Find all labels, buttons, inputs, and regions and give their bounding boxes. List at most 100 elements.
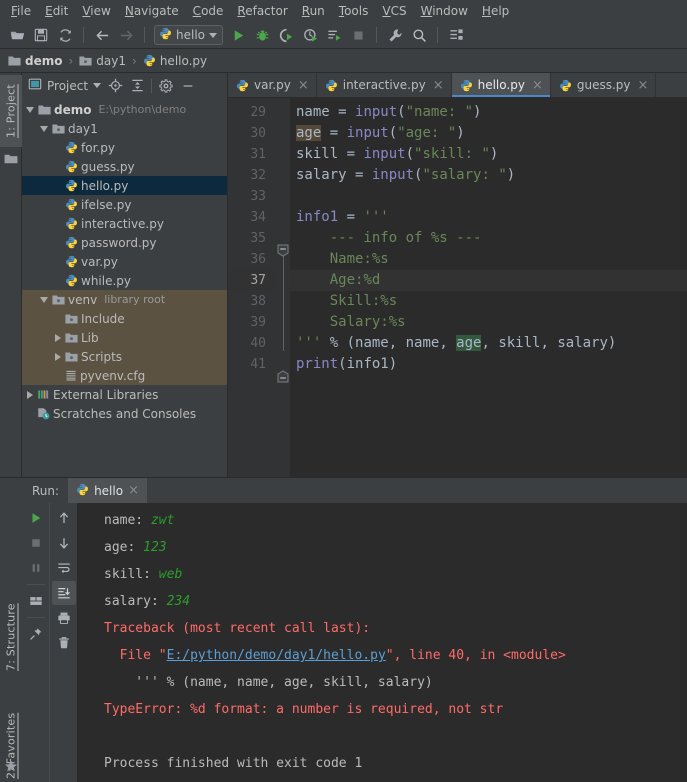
wrench-icon[interactable] — [384, 24, 406, 46]
save-icon[interactable] — [30, 24, 52, 46]
project-panel-title[interactable]: Project — [26, 77, 103, 94]
menu-item-navigate[interactable]: Navigate — [118, 1, 186, 21]
code-line[interactable]: age = input("age: ") — [290, 123, 687, 144]
code-line[interactable]: print(info1) — [290, 354, 687, 375]
code-line[interactable]: Name:%s — [290, 249, 687, 270]
open-folder-icon[interactable] — [6, 24, 28, 46]
code-line[interactable]: --- info of %s --- — [290, 228, 687, 249]
menu-item-file[interactable]: File — [4, 1, 38, 21]
sidebar-item-structure[interactable]: 7: Structure — [0, 591, 22, 683]
print-button[interactable] — [52, 606, 76, 630]
menu-item-edit[interactable]: Edit — [38, 1, 75, 21]
code-line[interactable]: info1 = ''' — [290, 207, 687, 228]
down-stack-button[interactable] — [52, 531, 76, 555]
clear-all-button[interactable] — [52, 631, 76, 655]
scroll-to-end-button[interactable] — [51, 581, 76, 605]
console-file-link[interactable]: E:/python/demo/day1/hello.py — [167, 648, 386, 663]
soft-wrap-button[interactable] — [52, 556, 76, 580]
stop-icon[interactable] — [347, 24, 369, 46]
gear-icon[interactable] — [156, 76, 176, 96]
code-line[interactable]: Salary:%s — [290, 312, 687, 333]
chevron-right-icon[interactable] — [55, 333, 61, 342]
debug-bug-icon[interactable] — [251, 24, 273, 46]
menu-item-help[interactable]: Help — [475, 1, 516, 21]
chevron-down-icon[interactable] — [26, 106, 34, 113]
close-icon[interactable]: × — [128, 483, 139, 498]
code-editor[interactable]: 29 30 31 32 33 34 35 36 37 38 39 40 41 name = input(… — [228, 98, 687, 477]
menu-item-code[interactable]: Code — [186, 1, 231, 21]
run-with-coverage-icon[interactable] — [275, 24, 297, 46]
tree-node-scratches-and-consoles[interactable]: Scratches and Consoles — [22, 404, 227, 423]
breadcrumb-item-hello-py[interactable]: hello.py — [141, 54, 209, 68]
sidebar-item-project[interactable]: 1: Project — [0, 75, 22, 147]
chevron-down-icon[interactable] — [40, 296, 48, 303]
console-output[interactable]: name: zwt age: 123 skill: web salary: 234 Tr… — [78, 503, 687, 782]
run-icon[interactable] — [227, 24, 249, 46]
run-anything-icon[interactable] — [323, 24, 345, 46]
chevron-right-icon[interactable] — [27, 390, 33, 399]
code-text[interactable]: name = input("name: ") age = input("age: … — [290, 98, 687, 477]
fold-collapse-start-icon[interactable] — [277, 244, 289, 257]
sync-icon[interactable] — [54, 24, 76, 46]
up-stack-button[interactable] — [52, 506, 76, 530]
chevron-down-icon[interactable] — [40, 125, 48, 132]
editor-tab-var-py[interactable]: var.py × — [228, 73, 317, 97]
collapse-all-icon[interactable] — [127, 76, 147, 96]
tree-node-day1[interactable]: day1 — [22, 119, 227, 138]
restore-layout-button[interactable] — [24, 589, 48, 613]
breadcrumb-item-demo[interactable]: demo — [6, 54, 64, 68]
tree-node-venv[interactable]: venv library root — [22, 290, 227, 309]
tree-node-var-py[interactable]: var.py — [22, 252, 227, 271]
arrow-forward-icon[interactable] — [115, 24, 137, 46]
menu-item-view[interactable]: View — [75, 1, 117, 21]
tree-node-demo[interactable]: demo E:\python\demo — [22, 100, 227, 119]
chevron-right-icon[interactable] — [55, 352, 61, 361]
code-line[interactable]: Age:%d — [290, 270, 687, 291]
code-line[interactable]: salary = input("salary: ") — [290, 165, 687, 186]
editor-tab-guess-py[interactable]: guess.py × — [551, 73, 657, 97]
profile-icon[interactable] — [299, 24, 321, 46]
tree-node-interactive-py[interactable]: interactive.py — [22, 214, 227, 233]
stop-button[interactable] — [24, 531, 48, 555]
tree-node-guess-py[interactable]: guess.py — [22, 157, 227, 176]
tree-node-ifelse-py[interactable]: ifelse.py — [22, 195, 227, 214]
tree-node-while-py[interactable]: while.py — [22, 271, 227, 290]
code-line[interactable]: name = input("name: ") — [290, 102, 687, 123]
tree-node-lib[interactable]: Lib — [22, 328, 227, 347]
run-configuration-selector[interactable]: hello — [154, 25, 223, 45]
editor-tab-hello-py[interactable]: hello.py × — [451, 73, 551, 97]
target-icon[interactable] — [105, 76, 125, 96]
chevron-down-icon[interactable] — [93, 83, 102, 88]
menu-item-run[interactable]: Run — [295, 1, 332, 21]
code-line[interactable] — [290, 186, 687, 207]
pin-tab-button[interactable] — [24, 622, 48, 646]
tree-node-pyvenv-cfg[interactable]: pyvenv.cfg — [22, 366, 227, 385]
breadcrumb-item-day1[interactable]: day1 — [77, 54, 128, 68]
code-line[interactable]: Skill:%s — [290, 291, 687, 312]
menu-item-vcs[interactable]: VCS — [375, 1, 413, 21]
project-structure-icon[interactable] — [445, 24, 467, 46]
close-icon[interactable]: × — [298, 79, 309, 92]
tree-node-for-py[interactable]: for.py — [22, 138, 227, 157]
editor-tab-interactive-py[interactable]: interactive.py × — [317, 73, 452, 97]
tree-node-scripts[interactable]: Scripts — [22, 347, 227, 366]
search-icon[interactable] — [408, 24, 430, 46]
menu-item-tools[interactable]: Tools — [332, 1, 376, 21]
menu-item-refactor[interactable]: Refactor — [230, 1, 294, 21]
tree-node-password-py[interactable]: password.py — [22, 233, 227, 252]
menu-item-window[interactable]: Window — [414, 1, 475, 21]
fold-collapse-end-icon[interactable] — [277, 370, 289, 383]
minimize-icon[interactable] — [178, 76, 198, 96]
arrow-back-icon[interactable] — [91, 24, 113, 46]
project-tree[interactable]: demo E:\python\demo day1 for.py guess.py hell… — [22, 98, 227, 477]
tree-node-include[interactable]: Include — [22, 309, 227, 328]
close-icon[interactable]: × — [638, 79, 649, 92]
tree-node-external-libraries[interactable]: External Libraries — [22, 385, 227, 404]
code-line[interactable]: ''' % (name, name, age, skill, salary) — [290, 333, 687, 354]
close-icon[interactable]: × — [433, 79, 444, 92]
rerun-button[interactable] — [24, 506, 48, 530]
code-folding-gutter[interactable] — [276, 98, 290, 477]
tree-node-hello-py[interactable]: hello.py — [22, 176, 227, 195]
code-line[interactable]: skill = input("skill: ") — [290, 144, 687, 165]
run-tab-hello[interactable]: hello × — [68, 478, 147, 503]
